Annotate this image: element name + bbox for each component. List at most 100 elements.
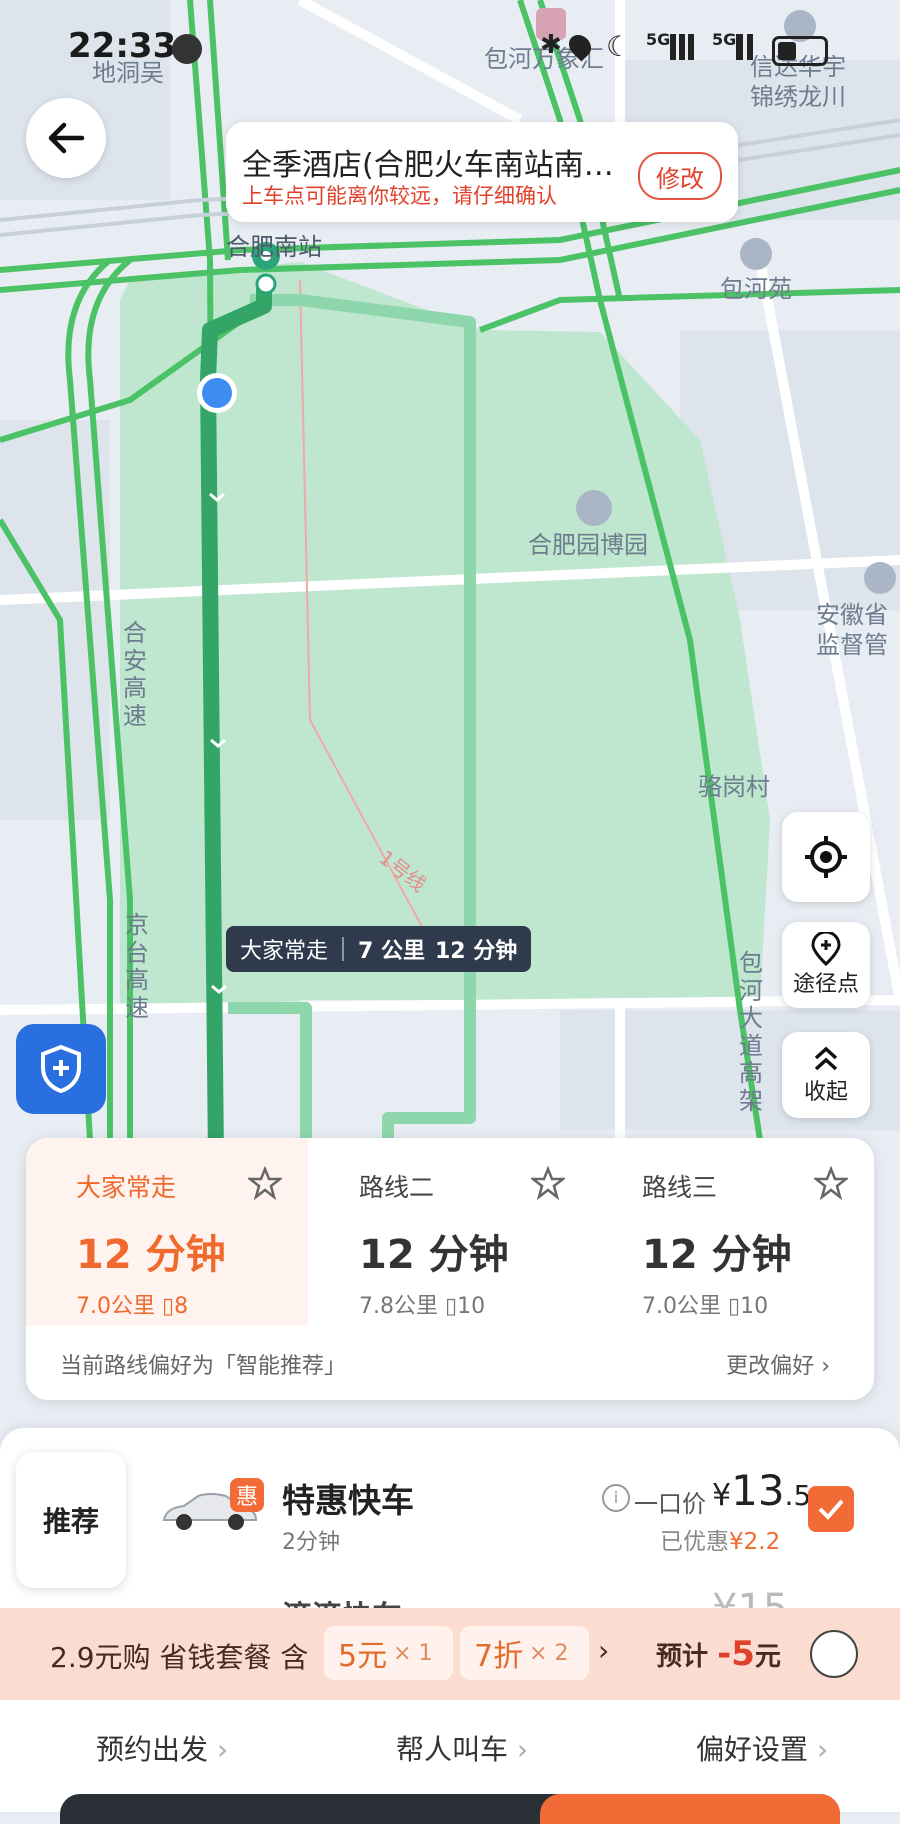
route-time: 12 分钟 (76, 1232, 226, 1278)
promo-bar[interactable]: 2.9元购 省钱套餐 含 5元 × 1 7折 × 2 › 预计 -5元 (0, 1608, 900, 1700)
change-preference-label: 更改偏好 (726, 1354, 815, 1379)
map-label-luogang: 骆岗村 (698, 773, 770, 801)
route-tag-name: 大家常走 (240, 939, 329, 964)
network-label-2: 5G (712, 30, 737, 49)
signal-icon-1 (670, 34, 700, 60)
ride-select-checkbox[interactable] (808, 1486, 854, 1532)
star-icon[interactable] (248, 1166, 282, 1200)
route-options-card: 大家常走 12 分钟 7.0公里 ▯8 路线二 12 分钟 7.8公里 ▯10 … (26, 1138, 874, 1400)
reserve-label: 预约出发 (96, 1733, 209, 1766)
call-car-button[interactable] (540, 1794, 840, 1824)
route-lights: 10 (457, 1294, 486, 1319)
bluetooth-icon: ✱ (540, 30, 562, 60)
route-meta: 7.0公里 ▯10 (642, 1288, 768, 1320)
promo-est-value: -5 (717, 1634, 755, 1674)
change-preference-link[interactable]: 更改偏好 › (726, 1348, 830, 1380)
waypoint-label: 途径点 (792, 972, 859, 997)
promo-chip-2-count: × 2 (529, 1640, 569, 1666)
route-lights: 10 (740, 1294, 769, 1319)
promo-chip-1: 5元 × 1 (324, 1626, 453, 1680)
add-location-icon (811, 932, 841, 966)
promo-radio[interactable] (810, 1630, 858, 1678)
route-tag-divider (342, 937, 345, 961)
help-call-label: 帮人叫车 (396, 1733, 509, 1766)
ride-eta: 2分钟 (282, 1530, 340, 1555)
signal-icon-2 (736, 34, 760, 60)
location-icon (564, 30, 596, 62)
route-tag-distance: 7 公里 (358, 939, 425, 964)
info-icon[interactable]: i (602, 1484, 630, 1512)
discount-label: 已优惠 (660, 1529, 729, 1555)
route-distance: 7.0公里 (76, 1294, 155, 1319)
map-label-anhui-1: 安徽省 (816, 601, 888, 629)
moon-icon: ☾ (606, 30, 632, 63)
discount-value: ¥2.2 (729, 1529, 781, 1555)
traffic-light-icon: ▯ (162, 1294, 175, 1319)
price-label: 一口价 (634, 1490, 706, 1518)
chevron-double-up-icon (814, 1046, 838, 1071)
shield-plus-icon (41, 1044, 81, 1094)
route-tag[interactable]: 大家常走 7 公里 12 分钟 (226, 926, 532, 972)
promo-chip-2: 7折 × 2 (460, 1626, 589, 1680)
route-lights: 8 (174, 1294, 189, 1319)
battery-icon (772, 36, 828, 66)
chevron-right-icon: › (816, 1733, 829, 1766)
network-label-1: 5G (646, 30, 671, 49)
help-call-button[interactable]: 帮人叫车 › (396, 1728, 528, 1768)
promo-est-unit: 元 (754, 1642, 781, 1672)
traffic-light-icon: ▯ (728, 1294, 741, 1319)
promo-estimate: 预计 -5元 (656, 1634, 781, 1674)
route-option-2[interactable]: 路线二 12 分钟 7.8公里 ▯10 (309, 1138, 591, 1326)
status-bar: 22:33 ✱ ☾ 5G 5G (0, 0, 900, 90)
promo-chevron-icon: › (598, 1634, 610, 1667)
route-name: 路线三 (642, 1173, 718, 1202)
route-time: 12 分钟 (359, 1232, 509, 1278)
promo-est-label: 预计 (656, 1642, 709, 1672)
promo-chip-2-value: 7折 (474, 1639, 524, 1674)
map-label-jingtai: 京台高速 (125, 911, 149, 1022)
locate-button[interactable] (782, 812, 870, 902)
edit-pickup-button[interactable]: 修改 (638, 152, 722, 200)
bottom-action-bar[interactable] (60, 1794, 840, 1824)
map-label-anhui-2: 监督管 (816, 631, 888, 659)
price-int: 13 (731, 1466, 785, 1515)
discount-badge: 惠 (230, 1478, 264, 1512)
status-time: 22:33 (68, 26, 177, 66)
star-icon[interactable] (531, 1166, 565, 1200)
pickup-warning: 上车点可能离你较远，请仔细确认 (242, 184, 557, 208)
map-label-yuanboyuan: 合肥园博园 (528, 531, 648, 559)
route-preference-text: 当前路线偏好为「智能推荐」 (60, 1354, 347, 1379)
pickup-title: 全季酒店(合肥火车南站南… (242, 148, 614, 183)
check-icon (818, 1499, 844, 1520)
back-button[interactable] (26, 98, 106, 178)
safety-button[interactable] (16, 1024, 106, 1114)
arrow-left-icon (48, 122, 85, 154)
discount-text: 已优惠¥2.2 (660, 1522, 780, 1556)
price-value: ¥13.5 (712, 1466, 811, 1515)
route-distance: 7.0公里 (642, 1294, 721, 1319)
route-tag-duration: 12 分钟 (434, 939, 518, 964)
tab-recommended[interactable]: 推荐 (16, 1452, 126, 1588)
crosshair-icon (805, 836, 847, 878)
map-label-hean: 合安高速 (123, 619, 147, 730)
preferences-button[interactable]: 偏好设置 › (696, 1728, 828, 1768)
map-label-baoheyuan: 包河苑 (720, 275, 792, 303)
route-distance: 7.8公里 (359, 1294, 438, 1319)
preferences-label: 偏好设置 (696, 1733, 809, 1766)
price-currency: ¥ (712, 1478, 732, 1513)
route-time: 12 分钟 (642, 1232, 792, 1278)
star-icon[interactable] (814, 1166, 848, 1200)
promo-text: 2.9元购 省钱套餐 含 (50, 1641, 309, 1674)
traffic-light-icon: ▯ (445, 1294, 458, 1319)
waypoint-button[interactable]: 途径点 (782, 922, 870, 1008)
collapse-label: 收起 (803, 1080, 848, 1105)
ride-name[interactable]: 特惠快车 (282, 1474, 414, 1522)
route-option-3[interactable]: 路线三 12 分钟 7.0公里 ▯10 (592, 1138, 874, 1326)
collapse-button[interactable]: 收起 (782, 1032, 870, 1118)
reserve-button[interactable]: 预约出发 › (96, 1728, 228, 1768)
promo-chip-1-value: 5元 (338, 1639, 388, 1674)
chevron-right-icon: › (216, 1733, 229, 1766)
promo-chip-1-count: × 1 (393, 1640, 433, 1666)
chevron-right-icon: › (821, 1354, 830, 1379)
route-option-1[interactable]: 大家常走 12 分钟 7.0公里 ▯8 (26, 1138, 308, 1326)
